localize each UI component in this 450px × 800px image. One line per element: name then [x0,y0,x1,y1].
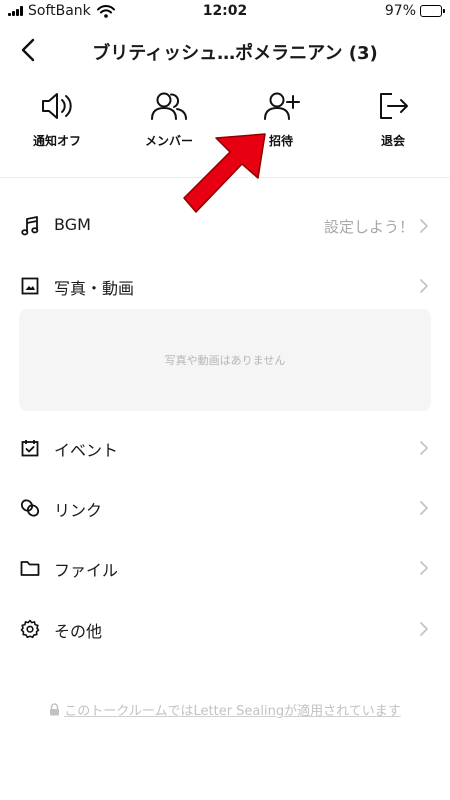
clock: 12:02 [202,3,248,19]
menu-row-label: リンク [54,501,103,520]
lock-icon [50,703,60,716]
mute-notifications-button[interactable]: 通知オフ [12,86,102,154]
menu-row-photos[interactable]: 写真・動画 [0,266,450,306]
footer-text: このトークルームではLetter Sealingが適用されています [64,704,401,719]
menu-row-label: イベント [54,441,119,460]
menu-row-links[interactable]: リンク [0,488,450,528]
bgm-setting-value: 設定しよう！ [323,218,414,236]
letter-sealing-notice[interactable]: このトークルームではLetter Sealingが適用されています [0,700,450,720]
menu-row-label: その他 [54,622,103,641]
leave-button[interactable]: 退会 [348,86,438,154]
gear-icon [20,619,40,639]
speaker-icon [37,86,77,126]
music-note-icon [20,216,40,236]
link-icon [20,498,40,518]
chevron-right-icon [420,501,428,515]
add-friend-icon [261,86,301,126]
status-bar: SoftBank 12:02 97% [0,0,450,24]
media-empty-state: 写真や動画はありません [19,309,431,411]
chevron-right-icon [420,441,428,455]
battery-area: 97% [384,3,445,19]
chevron-left-icon [21,38,35,62]
battery-percent: 97% [384,3,416,19]
menu-row-label: 写真・動画 [54,279,135,298]
battery-icon [420,5,445,17]
menu-row-events[interactable]: イベント [0,428,450,468]
header: ブリティッシュ…ポメラニアン (3) [0,30,450,72]
action-label: 通知オフ [32,134,81,148]
back-button[interactable] [14,36,42,64]
folder-icon [20,558,40,578]
chevron-right-icon [420,622,428,636]
photo-icon [20,276,40,296]
menu-row-other[interactable]: その他 [0,609,450,649]
chevron-right-icon [420,279,428,293]
leave-icon [373,86,413,126]
page-title: ブリティッシュ…ポメラニアン (3) [92,43,378,64]
calendar-icon [20,438,40,458]
action-label: 招待 [268,134,293,148]
empty-state-text: 写真や動画はありません [164,354,286,367]
members-icon [149,86,189,126]
chevron-right-icon [420,219,428,233]
chevron-right-icon [420,561,428,575]
menu-row-bgm[interactable]: BGM 設定しよう！ [0,206,450,246]
menu-row-label: BGM [54,215,91,234]
menu-row-label: ファイル [54,561,119,580]
action-label: 退会 [380,134,405,148]
menu-row-files[interactable]: ファイル [0,548,450,588]
